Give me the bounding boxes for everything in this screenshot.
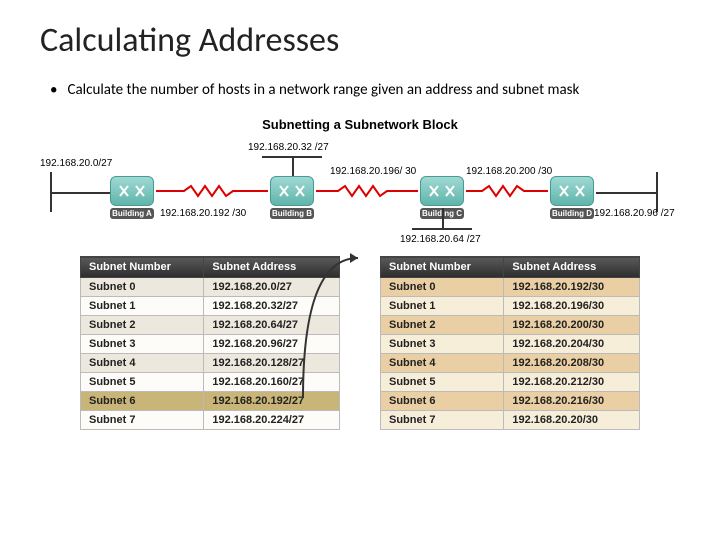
table-cell: 192.168.20.212/30 — [504, 373, 640, 392]
table-row: Subnet 4192.168.20.208/30 — [381, 354, 640, 373]
table-row: Subnet 1192.168.20.196/30 — [381, 297, 640, 316]
router-b: Building B — [270, 176, 316, 220]
table-cell: 192.168.20.208/30 — [504, 354, 640, 373]
diagram-title: Subnetting a Subnetwork Block — [40, 117, 680, 132]
table-cell: Subnet 7 — [381, 411, 504, 430]
t1-h0: Subnet Number — [81, 257, 204, 278]
table-cell: 192.168.20.20/30 — [504, 411, 640, 430]
table-row: Subnet 0192.168.20.192/30 — [381, 278, 640, 297]
table-row: Subnet 3192.168.20.96/27 — [81, 335, 340, 354]
table-cell: Subnet 2 — [381, 316, 504, 335]
table-cell: Subnet 4 — [81, 354, 204, 373]
tables-container: Subnet Number Subnet Address Subnet 0192… — [40, 256, 680, 430]
table-row: Subnet 6192.168.20.192/27 — [81, 392, 340, 411]
router-a: Building A — [110, 176, 156, 220]
table-cell: 192.168.20.96/27 — [204, 335, 340, 354]
table-cell: 192.168.20.216/30 — [504, 392, 640, 411]
table-cell: Subnet 1 — [381, 297, 504, 316]
table-cell: 192.168.20.192/27 — [204, 392, 340, 411]
table-cell: Subnet 3 — [381, 335, 504, 354]
label-link-ab: 192.168.20.192 /30 — [160, 208, 246, 219]
table-cell: Subnet 1 — [81, 297, 204, 316]
subnet-table-27: Subnet Number Subnet Address Subnet 0192… — [80, 256, 340, 430]
label-below-c: 192.168.20.64 /27 — [400, 234, 481, 245]
table-cell: Subnet 3 — [81, 335, 204, 354]
t2-h1: Subnet Address — [504, 257, 640, 278]
table-cell: 192.168.20.204/30 — [504, 335, 640, 354]
label-left-net: 192.168.20.0/27 — [40, 158, 112, 169]
table-cell: Subnet 5 — [81, 373, 204, 392]
table-row: Subnet 2192.168.20.64/27 — [81, 316, 340, 335]
table-cell: 192.168.20.192/30 — [504, 278, 640, 297]
table-cell: Subnet 4 — [381, 354, 504, 373]
label-link-cd: 192.168.20.200 /30 — [466, 166, 552, 177]
label-top-center: 192.168.20.32 /27 — [248, 142, 329, 153]
table-row: Subnet 1192.168.20.32/27 — [81, 297, 340, 316]
table-cell: Subnet 2 — [81, 316, 204, 335]
router-d: Building D — [550, 176, 596, 220]
table-row: Subnet 7192.168.20.20/30 — [381, 411, 640, 430]
label-link-bc: 192.168.20.196/ 30 — [330, 166, 416, 177]
table-row: Subnet 7192.168.20.224/27 — [81, 411, 340, 430]
network-diagram: 192.168.20.0/27 Building A Building B Bu… — [40, 138, 680, 248]
t1-h1: Subnet Address — [204, 257, 340, 278]
t2-h0: Subnet Number — [381, 257, 504, 278]
page-title: Calculating Addresses — [40, 20, 680, 61]
table-row: Subnet 3192.168.20.204/30 — [381, 335, 640, 354]
table-cell: 192.168.20.64/27 — [204, 316, 340, 335]
table-cell: 192.168.20.200/30 — [504, 316, 640, 335]
table-cell: 192.168.20.224/27 — [204, 411, 340, 430]
table-cell: 192.168.20.196/30 — [504, 297, 640, 316]
table-row: Subnet 0192.168.20.0/27 — [81, 278, 340, 297]
table-cell: Subnet 6 — [81, 392, 204, 411]
table-row: Subnet 5192.168.20.212/30 — [381, 373, 640, 392]
table-cell: Subnet 6 — [381, 392, 504, 411]
bullet-text: Calculate the number of hosts in a netwo… — [50, 81, 680, 99]
table-row: Subnet 2192.168.20.200/30 — [381, 316, 640, 335]
table-cell: Subnet 5 — [381, 373, 504, 392]
table-cell: 192.168.20.32/27 — [204, 297, 340, 316]
table-row: Subnet 6192.168.20.216/30 — [381, 392, 640, 411]
label-right-net: 192.168.20.96 /27 — [594, 208, 675, 219]
table-row: Subnet 5192.168.20.160/27 — [81, 373, 340, 392]
subnet-table-30: Subnet Number Subnet Address Subnet 0192… — [380, 256, 640, 430]
table-cell: Subnet 0 — [381, 278, 504, 297]
table-cell: 192.168.20.0/27 — [204, 278, 340, 297]
table-row: Subnet 4192.168.20.128/27 — [81, 354, 340, 373]
table-cell: Subnet 7 — [81, 411, 204, 430]
table-cell: Subnet 0 — [81, 278, 204, 297]
table-cell: 192.168.20.128/27 — [204, 354, 340, 373]
table-cell: 192.168.20.160/27 — [204, 373, 340, 392]
